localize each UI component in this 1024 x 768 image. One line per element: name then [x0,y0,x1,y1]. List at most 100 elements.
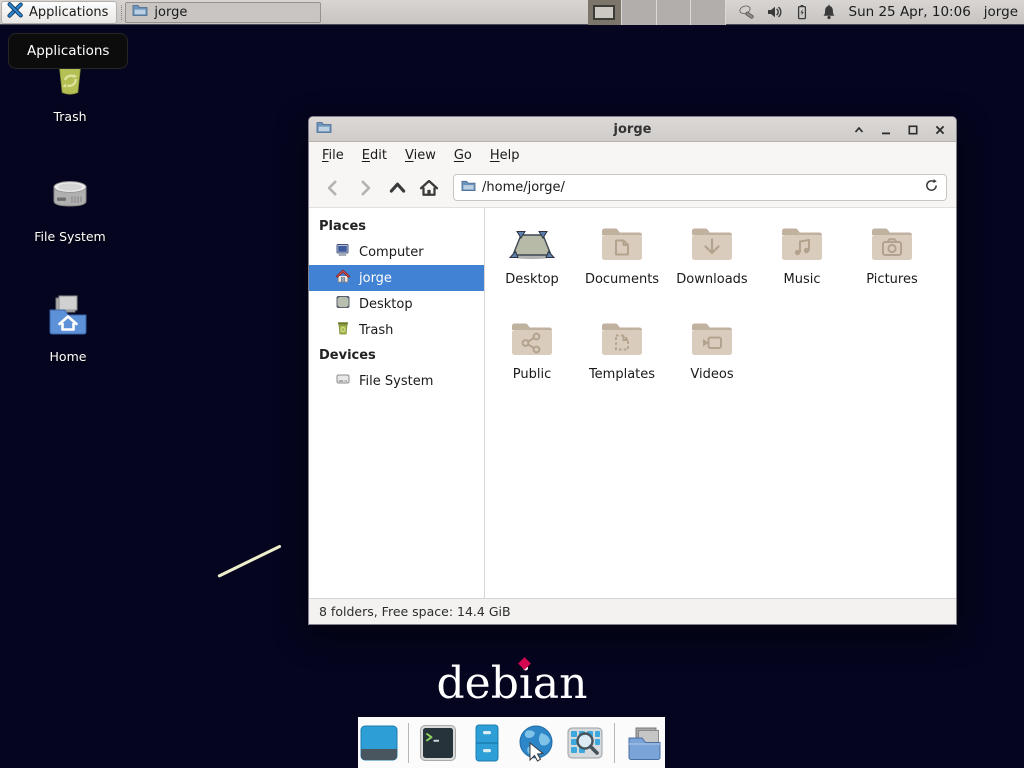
volume-icon[interactable] [766,3,784,21]
sidebar-item-trash[interactable]: Trash [309,317,484,343]
shade-icon[interactable] [853,124,865,136]
folder-videos-icon [688,317,736,365]
sidebar-item-jorge[interactable]: jorge [309,265,484,291]
reload-icon[interactable] [924,178,939,197]
debian-logo-text: debian [436,658,587,709]
debian-logo: debian [0,658,1024,709]
file-item-desktop[interactable]: Desktop [488,222,576,317]
back-icon[interactable] [318,173,348,203]
xfce-logo-icon [7,2,23,22]
pointer-trail [217,544,281,577]
sidebar-item-label: Computer [359,245,424,260]
terminal-icon[interactable] [418,723,458,763]
desktop-icon [335,294,351,314]
show-desktop-icon[interactable] [359,723,399,763]
window-controls [853,117,946,142]
file-item-videos[interactable]: Videos [668,317,756,412]
sidebar: Places Computer [309,208,485,598]
file-item-templates[interactable]: Templates [578,317,666,412]
computer-icon [335,242,351,262]
path-input[interactable] [482,180,918,195]
file-label: Music [784,272,821,287]
taskbar-window-button[interactable]: jorge [125,2,321,23]
path-folder-icon [461,178,476,197]
file-item-music[interactable]: Music [758,222,846,317]
file-manager-icon[interactable] [467,723,507,763]
top-panel: Applications jorge [0,0,1024,25]
file-item-downloads[interactable]: Downloads [668,222,756,317]
file-item-public[interactable]: Public [488,317,576,412]
forward-icon[interactable] [350,173,380,203]
close-icon[interactable] [934,124,946,136]
web-browser-icon[interactable] [516,723,556,763]
sidebar-item-label: Desktop [359,297,413,312]
window-titlebar[interactable]: jorge [309,117,956,142]
folder-pictures-icon [868,222,916,270]
sidebar-item-label: jorge [359,271,392,286]
folder-music-icon [778,222,826,270]
applications-menu-button[interactable]: Applications [1,1,117,24]
panel-clock[interactable]: Sun 25 Apr, 10:06 [849,4,971,20]
sidebar-devices-header: Devices [309,343,484,368]
menubar: File Edit View Go Help [309,142,956,168]
applications-tooltip: Applications [8,33,128,69]
home-icon [335,268,351,288]
menu-file[interactable]: File [313,144,353,167]
dock-separator [408,723,409,763]
applications-menu-label: Applications [29,5,108,20]
file-label: Downloads [676,272,747,287]
statusbar-text: 8 folders, Free space: 14.4 GiB [319,604,511,619]
battery-icon[interactable] [793,3,811,21]
sidebar-item-file-system[interactable]: File System [309,368,484,394]
system-tray [738,3,838,22]
menu-go[interactable]: Go [445,144,481,167]
sidebar-item-desktop[interactable]: Desktop [309,291,484,317]
file-label: Templates [589,367,655,382]
folder-public-icon [508,317,556,365]
notifications-bell-icon[interactable] [820,3,838,21]
workspace-1[interactable] [588,0,623,25]
trash-icon [335,320,351,340]
menu-help[interactable]: Help [481,144,529,167]
folder-templates-icon [598,317,646,365]
menu-view[interactable]: View [396,144,445,167]
path-bar [453,174,947,201]
screwdriver-icon[interactable] [738,3,757,22]
desktop-icon-file-system[interactable]: File System [15,172,125,244]
file-label: Public [513,367,551,382]
home-folder-icon [44,292,92,344]
home-icon[interactable] [414,173,444,203]
sidebar-item-label: File System [359,374,433,389]
sidebar-item-computer[interactable]: Computer [309,239,484,265]
sidebar-item-label: Trash [359,323,393,338]
window-body: Places Computer [309,208,956,598]
bottom-dock [358,717,665,768]
file-view: Desktop Documents Downloads [485,208,956,598]
toolbar [309,168,956,208]
file-manager-window: jorge File Edit View Go Help [308,116,957,625]
statusbar: 8 folders, Free space: 14.4 GiB [309,598,956,624]
desktop-icon-home[interactable]: Home [13,292,123,364]
panel-handle [121,5,122,20]
file-label: Pictures [866,272,917,287]
workspace-window-preview [593,5,615,20]
workspace-4[interactable] [691,0,726,25]
dock-separator [614,723,615,763]
directory-menu-icon[interactable] [624,723,664,763]
application-finder-icon[interactable] [565,723,605,763]
maximize-icon[interactable] [907,124,919,136]
workspace-3[interactable] [657,0,692,25]
taskbar-folder-icon [132,2,148,22]
minimize-icon[interactable] [880,124,892,136]
file-label: Videos [690,367,733,382]
folder-desktop-icon [508,222,556,270]
sidebar-places-header: Places [309,214,484,239]
workspace-2[interactable] [622,0,657,25]
hard-drive-icon [46,172,94,224]
folder-documents-icon [598,222,646,270]
up-icon[interactable] [382,173,412,203]
taskbar-window-label: jorge [154,5,187,20]
file-item-documents[interactable]: Documents [578,222,666,317]
file-item-pictures[interactable]: Pictures [848,222,936,317]
menu-edit[interactable]: Edit [353,144,396,167]
